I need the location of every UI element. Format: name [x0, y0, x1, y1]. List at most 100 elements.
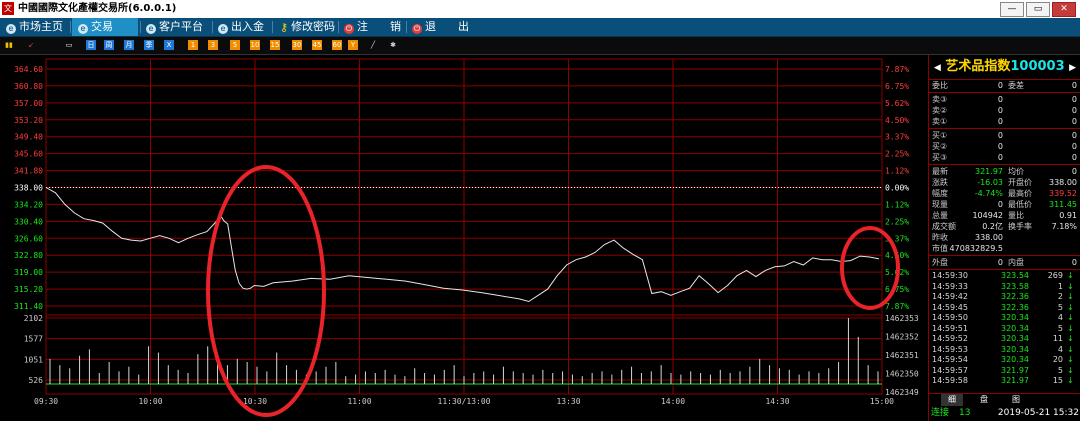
tick-row: 14:59:51 320.34 5 ↓ — [929, 324, 1080, 335]
stat-row-label: 总量 — [932, 211, 948, 220]
window-title: 中國國際文化產權交易所(6.0.0.1) — [18, 3, 177, 14]
menu-item-client-platform[interactable]: e 客户平台 — [146, 18, 203, 36]
maximize-button[interactable]: ▭ — [1026, 2, 1050, 17]
tick-time: 14:59:51 — [932, 323, 968, 333]
x-time-tick: 10:30 — [243, 397, 267, 406]
connection-count: 13 — [959, 408, 971, 418]
y-percent-tick: 4.50% — [885, 116, 909, 125]
y-price-tick: 326.60 — [14, 234, 43, 243]
minute-10-icon[interactable]: 10 — [250, 40, 260, 50]
stat-row: 市值 470832829.5 — [929, 243, 1080, 254]
stat-row-value: 0 — [997, 200, 1003, 209]
y-percent-tick: 3.37% — [885, 133, 909, 142]
daily-icon[interactable]: 日 — [86, 40, 96, 50]
tick-volume: 1 — [1057, 281, 1063, 291]
tick-price: 320.34 — [1001, 344, 1029, 354]
stat-row: 昨收 338.00 — [929, 232, 1080, 243]
down-arrow-icon: ↓ — [1067, 313, 1074, 322]
minimize-button[interactable]: — — [1000, 2, 1024, 17]
down-arrow-icon: ↓ — [1067, 365, 1074, 375]
inner-volume-label: 内盘 — [1008, 258, 1024, 267]
commission-diff-label: 委差 — [1008, 81, 1024, 90]
menu-item-home[interactable]: e 市场主页 — [6, 18, 63, 36]
menu-item-funds[interactable]: e 出入金 — [218, 18, 264, 36]
bid-volume: 0 — [1071, 131, 1077, 140]
minute-5-icon[interactable]: 5 — [230, 40, 240, 50]
menu-item-logout[interactable]: ⏻ 注 销 — [344, 18, 401, 36]
tick-list[interactable]: 14:59:30 323.54 269 ↓ 14:59:33 323.58 1 ↓ 14:59:… — [929, 271, 1080, 387]
down-arrow-icon: ↓ — [1067, 323, 1074, 333]
stat-row-label: 市值 — [932, 244, 948, 253]
x-time-tick: 14:00 — [661, 397, 685, 406]
x-time-tick: 14:30 — [765, 397, 789, 406]
tick-price: 322.36 — [1001, 292, 1029, 301]
logout-icon: ⏻ — [344, 24, 354, 34]
stat-row-value2: 0 — [1071, 167, 1077, 176]
quote-panel: ◀ 艺术品指数100003 ▶ 委比 0 委差 0 卖③ 0 0 卖② 0 0 卖① 0 0 买… — [928, 55, 1080, 421]
close-button[interactable]: ✕ — [1052, 2, 1076, 17]
tick-price: 321.97 — [1001, 376, 1029, 385]
monthly-icon[interactable]: 月 — [124, 40, 134, 50]
minute-60-icon[interactable]: 60 — [332, 40, 342, 50]
y-percent-tick: 6.75% — [885, 82, 909, 91]
minute-3-icon[interactable]: 3 — [208, 40, 218, 50]
bid-row: 买① 0 0 — [929, 130, 1080, 141]
chart-toolbar: ▮▮ ↙ ▭ 日周月季 X 1 3 5 10 15 30 45 60 Y ╱ ✱ — [0, 37, 1080, 55]
stat-row-label: 成交额 — [932, 222, 956, 231]
bid-label: 买② — [932, 142, 948, 151]
stat-row-value: -4.74% — [974, 189, 1003, 198]
minute-45-icon[interactable]: 45 — [312, 40, 322, 50]
line-chart-icon[interactable]: ↙ — [26, 40, 36, 50]
stat-row-value2: 338.00 — [1049, 178, 1077, 187]
settings-icon[interactable]: ✱ — [388, 40, 398, 50]
menu-item-exit[interactable]: ⏻ 退 出 — [412, 18, 469, 36]
menu-item-label: 退 出 — [425, 20, 469, 33]
stat-row-label2: 最低价 — [1008, 200, 1032, 209]
minute-15-icon[interactable]: 15 — [270, 40, 280, 50]
tick-volume: 5 — [1057, 365, 1063, 375]
panel-tabs: 细 盘 图 — [929, 393, 1080, 406]
next-instrument-icon[interactable]: ▶ — [1069, 63, 1076, 73]
stat-row-value: 0.2亿 — [982, 222, 1003, 231]
outer-volume-value: 0 — [997, 258, 1003, 267]
menu-item-label: 市场主页 — [19, 20, 63, 33]
ask-volume: 0 — [1071, 106, 1077, 115]
stat-row-label2: 换手率 — [1008, 222, 1032, 231]
intraday-chart: 364.60 7.87% 360.80 6.75% 357.00 5.62% 353.20 4… — [14, 58, 919, 417]
down-arrow-icon: ↓ — [1067, 334, 1074, 343]
bid-row: 买② 0 0 — [929, 141, 1080, 152]
close-period-icon[interactable]: X — [164, 40, 174, 50]
prev-instrument-icon[interactable]: ◀ — [934, 63, 941, 73]
y-percent-tick: 0.00% — [885, 184, 909, 193]
menu-item-change-password[interactable]: ⚷ 修改密码 — [280, 18, 335, 36]
stat-row-value: 104942 — [972, 211, 1003, 220]
y-percent-tick: 6.75% — [885, 285, 909, 294]
tick-row: 14:59:30 323.54 269 ↓ — [929, 271, 1080, 282]
x-time-tick: 09:30 — [34, 397, 58, 406]
y-volume-tick: 1577 — [24, 335, 43, 344]
y-percent-tick: 5.62% — [885, 99, 909, 108]
down-arrow-icon: ↓ — [1067, 302, 1074, 312]
quarterly-icon[interactable]: 季 — [144, 40, 154, 50]
year-icon[interactable]: Y — [348, 40, 358, 50]
draw-line-icon[interactable]: ╱ — [368, 40, 378, 50]
tick-row: 14:59:45 322.36 5 ↓ — [929, 303, 1080, 314]
y-volume-right-tick: 1462350 — [885, 370, 919, 379]
stat-row-label2: 均价 — [1008, 167, 1024, 176]
tab-chart[interactable]: 图 — [1005, 394, 1027, 406]
minute-1-icon[interactable]: 1 — [188, 40, 198, 50]
weekly-icon[interactable]: 周 — [104, 40, 114, 50]
window-icon[interactable]: ▭ — [64, 40, 74, 50]
tick-time: 14:59:50 — [932, 313, 968, 322]
tab-detail[interactable]: 细 — [941, 394, 963, 406]
menu-item-trade[interactable]: e 交易 — [72, 18, 138, 36]
tick-row: 14:59:54 320.34 20 ↓ — [929, 355, 1080, 366]
y-price-tick: 319.00 — [14, 268, 43, 277]
bar-chart-icon[interactable]: ▮▮ — [4, 40, 14, 50]
minute-30-icon[interactable]: 30 — [292, 40, 302, 50]
commission-ratio-value: 0 — [997, 81, 1003, 90]
tab-orderbook[interactable]: 盘 — [973, 394, 995, 406]
stat-row-label: 涨跌 — [932, 178, 948, 187]
y-price-tick: 338.00 — [14, 184, 43, 193]
stat-row-value: 470832829.5 — [949, 244, 1003, 253]
